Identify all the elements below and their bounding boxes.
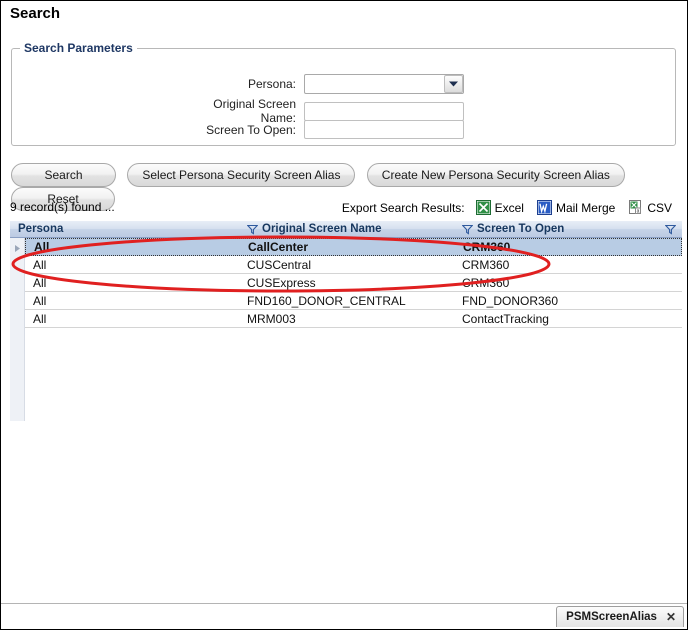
- chevron-down-icon[interactable]: [444, 75, 463, 93]
- status-bar: PSMScreenAlias ✕: [1, 603, 687, 629]
- csv-icon: a: [628, 200, 643, 215]
- cell-persona: All: [33, 257, 47, 272]
- cell-screen-to-open: CRM360: [462, 257, 510, 272]
- search-window: Search Search Parameters Persona: Origin…: [0, 0, 688, 630]
- record-count-label: 9 record(s) found ...: [10, 200, 115, 214]
- export-excel-label: Excel: [494, 200, 524, 215]
- search-button[interactable]: Search: [11, 163, 116, 187]
- export-mail-merge-label: Mail Merge: [555, 200, 616, 215]
- export-mail-merge-button[interactable]: Mail Merge: [533, 200, 615, 215]
- cell-original-screen-name: MRM003: [247, 311, 296, 326]
- svg-text:a: a: [637, 209, 640, 215]
- column-header-original-screen-name[interactable]: Original Screen Name: [247, 221, 462, 238]
- column-header-persona[interactable]: Persona: [10, 221, 247, 238]
- tab-psmscreenalias[interactable]: PSMScreenAlias ✕: [556, 606, 684, 627]
- column-header-screen-to-open[interactable]: Screen To Open: [462, 221, 657, 238]
- column-header-original-screen-name-label: Original Screen Name: [262, 223, 382, 235]
- word-icon: [536, 200, 552, 215]
- cell-original-screen-name: CUSExpress: [247, 275, 316, 290]
- excel-icon: [475, 200, 491, 215]
- table-row[interactable]: All CUSCentral CRM360: [25, 256, 682, 274]
- cell-screen-to-open: FND_DONOR360: [462, 293, 559, 308]
- column-header-filter-trailing[interactable]: [657, 221, 682, 238]
- results-grid: Persona Original Screen Name Screen To O…: [10, 221, 682, 421]
- cell-original-screen-name: CallCenter: [248, 240, 309, 254]
- page-title: Search: [10, 5, 61, 22]
- column-header-screen-to-open-label: Screen To Open: [477, 223, 565, 235]
- cell-original-screen-name: CUSCentral: [247, 257, 312, 272]
- cell-persona: All: [33, 293, 47, 308]
- persona-label: Persona:: [247, 77, 296, 91]
- filter-icon[interactable]: [462, 224, 473, 235]
- export-csv-button[interactable]: a CSV: [624, 200, 672, 215]
- export-search-results-bar: Export Search Results: Excel Mail Merge: [342, 200, 672, 215]
- screen-to-open-input[interactable]: [304, 120, 464, 139]
- cell-screen-to-open: ContactTracking: [462, 311, 549, 326]
- cell-persona: All: [34, 240, 50, 254]
- screen-to-open-label: Screen To Open:: [206, 122, 296, 137]
- export-csv-label: CSV: [647, 200, 672, 215]
- close-icon[interactable]: ✕: [666, 610, 676, 624]
- row-selector-arrow-icon: [12, 241, 22, 255]
- filter-icon[interactable]: [665, 224, 676, 235]
- search-parameters-legend: Search Parameters: [20, 41, 137, 55]
- export-excel-button[interactable]: Excel: [472, 200, 524, 215]
- cell-screen-to-open: CRM360: [462, 275, 510, 290]
- grid-rows: All CallCenter CRM360 All CUSCentral CRM…: [25, 238, 682, 328]
- table-row[interactable]: All FND160_DONOR_CENTRAL FND_DONOR360: [25, 292, 682, 310]
- cell-original-screen-name: FND160_DONOR_CENTRAL: [247, 293, 406, 308]
- persona-row: Persona:: [176, 74, 464, 94]
- filter-icon[interactable]: [247, 224, 258, 235]
- create-new-persona-security-screen-alias-button[interactable]: Create New Persona Security Screen Alias: [366, 163, 625, 187]
- table-row[interactable]: All MRM003 ContactTracking: [25, 310, 682, 328]
- table-row[interactable]: All CUSExpress CRM360: [25, 274, 682, 292]
- grid-header-row: Persona Original Screen Name Screen To O…: [10, 221, 682, 238]
- tab-psmscreenalias-label: PSMScreenAlias: [566, 611, 657, 623]
- action-button-row: Search Select Persona Security Screen Al…: [11, 163, 687, 211]
- cell-persona: All: [33, 311, 47, 326]
- cell-persona: All: [33, 275, 47, 290]
- screen-to-open-row: Screen To Open:: [176, 120, 464, 139]
- column-header-persona-label: Persona: [18, 223, 64, 235]
- cell-screen-to-open: CRM360: [463, 240, 511, 254]
- export-label: Export Search Results:: [341, 200, 465, 215]
- original-screen-name-input[interactable]: [304, 101, 464, 121]
- table-row[interactable]: All CallCenter CRM360: [25, 238, 682, 256]
- select-persona-security-screen-alias-button[interactable]: Select Persona Security Screen Alias: [127, 163, 356, 187]
- persona-combobox[interactable]: [304, 74, 464, 94]
